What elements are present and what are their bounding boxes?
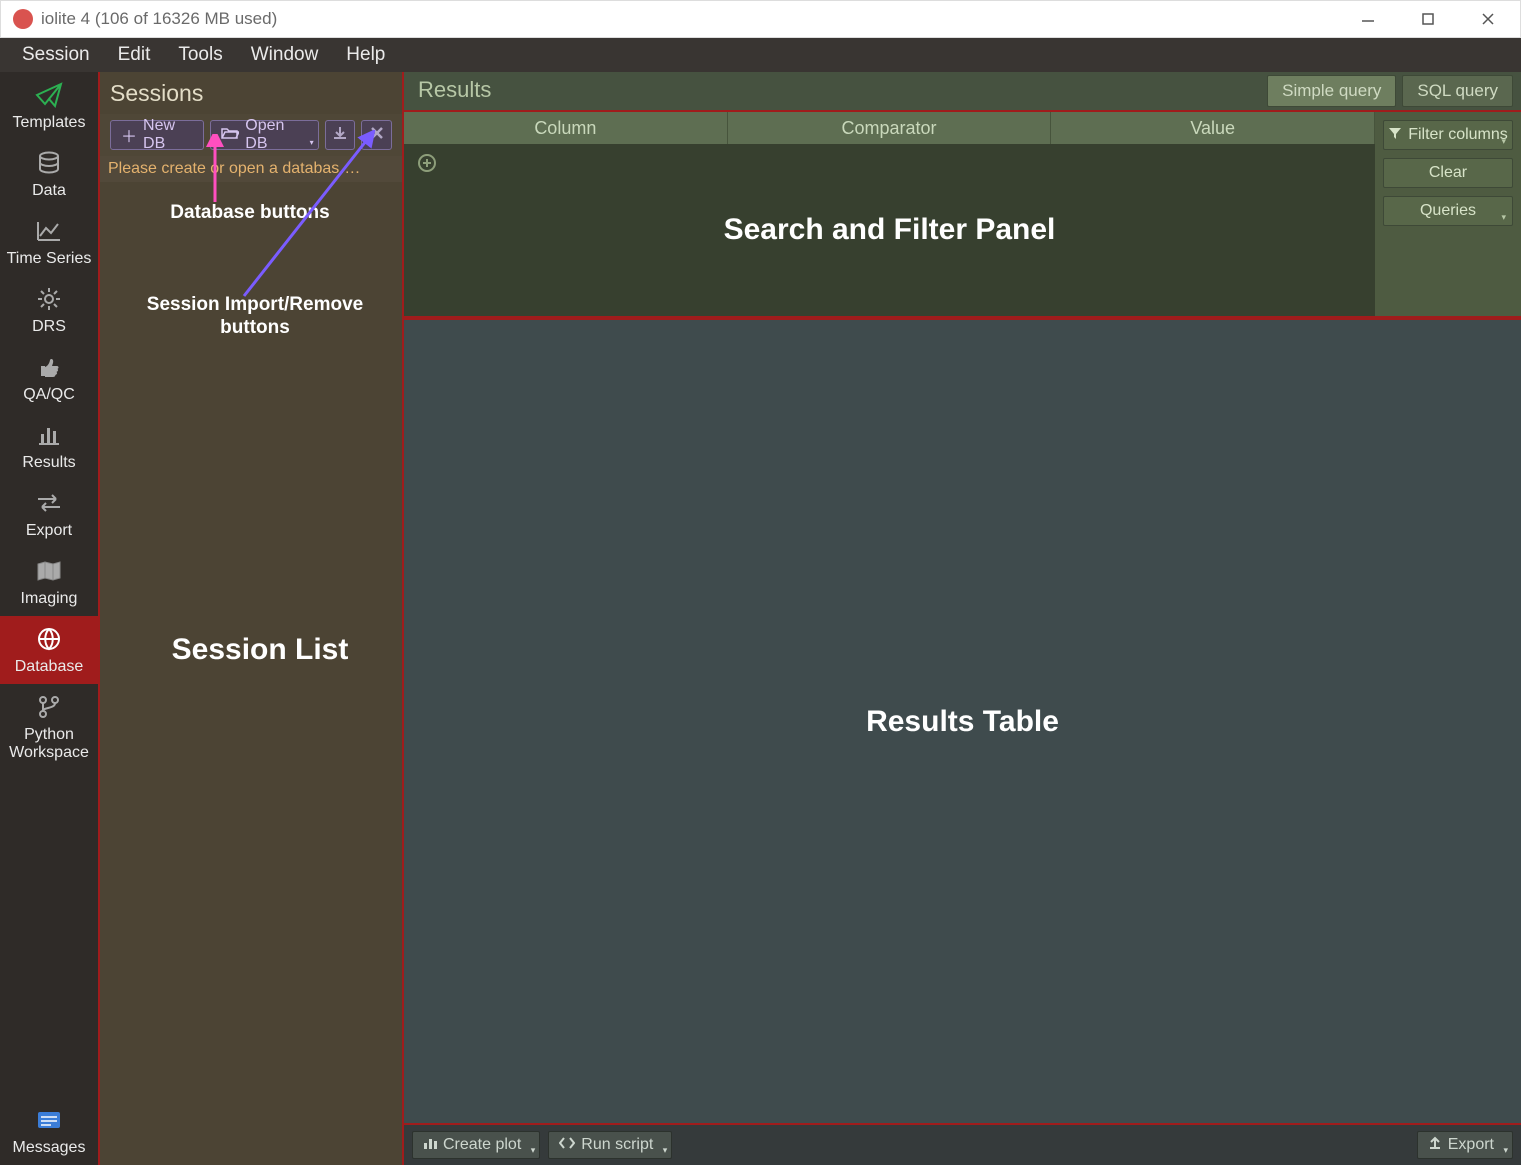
sidebar-item-label: Export — [26, 522, 72, 540]
button-label: Queries — [1420, 202, 1476, 220]
sidebar-item-label: QA/QC — [23, 386, 75, 404]
tab-sql-query[interactable]: SQL query — [1402, 75, 1513, 107]
menu-session[interactable]: Session — [8, 40, 104, 70]
branch-icon — [35, 694, 63, 720]
results-area: Results Simple query SQL query Column Co… — [404, 72, 1521, 1165]
plus-icon: ＋ — [121, 123, 137, 147]
maximize-button[interactable] — [1412, 3, 1444, 35]
annotation-session-buttons: Session Import/Removebuttons — [120, 294, 390, 340]
new-db-button[interactable]: ＋ New DB — [110, 120, 204, 150]
paper-plane-icon — [35, 82, 63, 108]
messages-icon — [35, 1107, 63, 1133]
sidebar-item-label: DRS — [32, 318, 66, 336]
app-icon — [13, 9, 33, 29]
sessions-panel: Sessions ＋ New DB Open DB ▾ Please creat… — [100, 72, 404, 1165]
menu-bar: Session Edit Tools Window Help — [0, 38, 1521, 72]
results-header: Results Simple query SQL query — [404, 72, 1521, 110]
open-db-button[interactable]: Open DB ▾ — [210, 120, 318, 150]
results-footer: Create plot ▾ Run script ▾ Export ▾ — [404, 1125, 1521, 1165]
window-title: iolite 4 (106 of 16326 MB used) — [41, 9, 1352, 29]
database-icon — [35, 150, 63, 176]
filter-icon — [1388, 126, 1402, 145]
button-label: Export — [1448, 1136, 1494, 1154]
clear-button[interactable]: Clear — [1383, 158, 1513, 188]
button-label: New DB — [143, 117, 193, 153]
sidebar-item-database[interactable]: Database — [0, 616, 98, 684]
filter-right: Filter columns ▾ Clear Queries ▾ — [1375, 112, 1521, 316]
filter-headers: Column Comparator Value — [404, 112, 1375, 144]
sidebar-item-label: Time Series — [7, 250, 92, 268]
left-sidebar: Templates Data Time Series DRS QA/QC Res… — [0, 72, 100, 1165]
button-label: Filter columns — [1408, 126, 1508, 144]
button-label: Run script — [581, 1136, 653, 1154]
sidebar-item-label: Templates — [13, 114, 86, 132]
sidebar-item-label: Messages — [13, 1139, 86, 1157]
header-column: Column — [404, 112, 728, 144]
window-controls — [1352, 3, 1504, 35]
results-tabs: Simple query SQL query — [1267, 72, 1521, 110]
export-button[interactable]: Export ▾ — [1417, 1131, 1513, 1159]
annotation-search-panel: Search and Filter Panel — [724, 213, 1056, 247]
sidebar-item-messages[interactable]: Messages — [0, 1097, 98, 1165]
line-chart-icon — [35, 218, 63, 244]
menu-tools[interactable]: Tools — [164, 40, 236, 70]
map-icon — [35, 558, 63, 584]
sidebar-item-export[interactable]: Export — [0, 480, 98, 548]
annotation-session-list: Session List — [140, 632, 380, 668]
sidebar-item-results[interactable]: Results — [0, 412, 98, 480]
code-icon — [559, 1136, 575, 1154]
create-plot-button[interactable]: Create plot ▾ — [412, 1131, 540, 1159]
minimize-button[interactable] — [1352, 3, 1384, 35]
window-titlebar: iolite 4 (106 of 16326 MB used) — [0, 0, 1521, 38]
filter-body: Search and Filter Panel — [404, 144, 1375, 316]
menu-window[interactable]: Window — [237, 40, 333, 70]
annotation-db-buttons: Database buttons — [130, 202, 370, 225]
sessions-title: Sessions — [100, 72, 402, 114]
exchange-icon — [35, 490, 63, 516]
sidebar-item-label: Data — [32, 182, 66, 200]
close-button[interactable] — [1472, 3, 1504, 35]
sidebar-item-qaqc[interactable]: QA/QC — [0, 344, 98, 412]
button-label: Clear — [1429, 164, 1467, 182]
sidebar-item-label: Database — [15, 658, 84, 676]
menu-edit[interactable]: Edit — [104, 40, 165, 70]
remove-session-button[interactable] — [361, 120, 392, 150]
add-filter-button[interactable] — [418, 154, 436, 177]
menu-help[interactable]: Help — [332, 40, 399, 70]
thumbs-up-icon — [35, 354, 63, 380]
close-icon — [370, 126, 384, 145]
upload-icon — [1428, 1136, 1442, 1155]
button-label: Create plot — [443, 1136, 521, 1154]
sidebar-item-imaging[interactable]: Imaging — [0, 548, 98, 616]
import-session-button[interactable] — [325, 120, 356, 150]
button-label: Open DB — [245, 117, 301, 153]
gear-icon — [35, 286, 63, 312]
sidebar-item-label: Results — [22, 454, 75, 472]
bar-chart-icon — [423, 1136, 437, 1155]
globe-icon — [35, 626, 63, 652]
sidebar-item-label: Imaging — [21, 590, 78, 608]
results-title: Results — [404, 72, 1267, 110]
sidebar-item-data[interactable]: Data — [0, 140, 98, 208]
sidebar-item-python[interactable]: Python Workspace — [0, 684, 98, 770]
header-comparator: Comparator — [728, 112, 1052, 144]
sidebar-item-templates[interactable]: Templates — [0, 72, 98, 140]
sidebar-item-drs[interactable]: DRS — [0, 276, 98, 344]
filter-left: Column Comparator Value Search and Filte… — [404, 112, 1375, 316]
sessions-message: Please create or open a databas…. — [100, 156, 402, 182]
filter-columns-button[interactable]: Filter columns ▾ — [1383, 120, 1513, 150]
tab-simple-query[interactable]: Simple query — [1267, 75, 1396, 107]
run-script-button[interactable]: Run script ▾ — [548, 1131, 672, 1159]
results-table: Results Table — [404, 318, 1521, 1125]
sidebar-item-time-series[interactable]: Time Series — [0, 208, 98, 276]
sessions-toolbar: ＋ New DB Open DB ▾ — [100, 114, 402, 156]
queries-button[interactable]: Queries ▾ — [1383, 196, 1513, 226]
sidebar-item-label: Python Workspace — [2, 726, 96, 762]
folder-open-icon — [221, 126, 239, 145]
annotation-results-table: Results Table — [866, 705, 1059, 739]
bar-chart-icon — [35, 422, 63, 448]
header-value: Value — [1051, 112, 1375, 144]
filter-panel: Column Comparator Value Search and Filte… — [404, 110, 1521, 318]
download-icon — [332, 125, 348, 146]
